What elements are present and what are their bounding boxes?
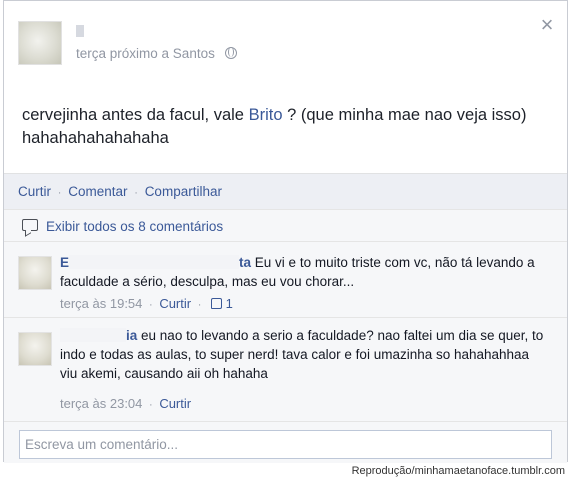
close-icon[interactable]: × <box>539 14 555 36</box>
separator: · <box>197 299 202 311</box>
post-actions-bar: Curtir · Comentar · Compartilhar <box>4 173 567 209</box>
commenter-name-start: E <box>60 255 70 270</box>
comment-link[interactable]: Comentar <box>68 184 127 199</box>
comment-body: ia eu nao to levando a serio a faculdade… <box>60 326 550 383</box>
image-credit: Reprodução/minhamaetanoface.tumblr.com <box>351 465 565 477</box>
post-actions: Curtir · Comentar · Compartilhar <box>18 184 222 199</box>
like-count[interactable]: 1 <box>226 296 233 311</box>
share-link[interactable]: Compartilhar <box>145 184 222 199</box>
view-all-comments-link[interactable]: Exibir todos os 8 comentários <box>46 219 223 234</box>
commenter-avatar[interactable] <box>18 332 52 366</box>
separator: · <box>149 399 153 411</box>
commenter-name[interactable]: Eta <box>60 255 251 270</box>
author-name[interactable]: L <box>76 23 92 39</box>
post-timestamp[interactable]: terça <box>76 46 106 61</box>
comment-meta: terça às 19:54 · Curtir · 1 <box>60 296 233 311</box>
separator: · <box>149 299 153 311</box>
commenter-avatar[interactable] <box>18 256 52 290</box>
author-avatar[interactable] <box>18 21 62 65</box>
comment-item: Eta Eu vi e to muito triste com vc, não … <box>4 241 567 317</box>
view-all-comments-row[interactable]: Exibir todos os 8 comentários <box>4 209 567 241</box>
comment-composer <box>4 421 567 463</box>
comment-timestamp[interactable]: terça às 19:54 <box>60 296 142 311</box>
post-header: L terça próximo a Santos × <box>4 1 567 91</box>
post-message: cervejinha antes da facul, vale Brito ? … <box>22 104 542 150</box>
separator: · <box>134 187 138 199</box>
comment-input[interactable] <box>19 430 552 459</box>
comment-bubble-icon <box>22 219 38 231</box>
post-card: L terça próximo a Santos × cervejinha an… <box>3 0 568 463</box>
comment-meta: terça às 23:04 · Curtir <box>60 396 191 411</box>
redaction-block <box>69 255 240 269</box>
comment-like-link[interactable]: Curtir <box>159 396 191 411</box>
post-location[interactable]: próximo a Santos <box>110 46 215 61</box>
commenter-name-end: ta <box>239 255 252 270</box>
separator: · <box>57 187 62 199</box>
redaction-block <box>60 328 126 342</box>
globe-icon <box>224 47 237 59</box>
post-text-start: cervejinha antes da facul, vale <box>22 106 249 124</box>
comment-item: ia eu nao to levando a serio a faculdade… <box>4 317 567 421</box>
commenter-name-end: ia <box>126 328 138 343</box>
mention-link[interactable]: Brito <box>249 106 283 124</box>
commenter-name[interactable]: ia <box>60 328 137 343</box>
comment-body: Eta Eu vi e to muito triste com vc, não … <box>60 253 550 291</box>
like-link[interactable]: Curtir <box>18 184 51 199</box>
thumbs-up-icon[interactable] <box>211 298 223 309</box>
comment-like-link[interactable]: Curtir <box>159 296 191 311</box>
comment-timestamp[interactable]: terça às 23:04 <box>60 396 142 411</box>
post-meta: terça próximo a Santos <box>76 46 237 61</box>
